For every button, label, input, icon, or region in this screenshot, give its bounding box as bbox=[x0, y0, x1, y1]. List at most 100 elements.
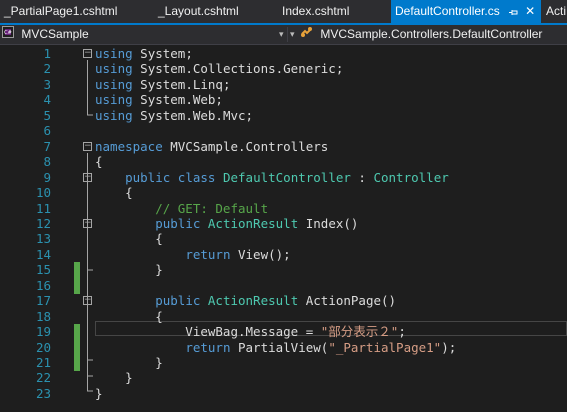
code-token: using bbox=[95, 61, 133, 77]
code-line[interactable]: 13 { bbox=[0, 231, 567, 247]
navigation-bar: C# MVCSample ▾ ▾ MVCSample.Controllers.D… bbox=[0, 25, 567, 45]
line-number: 4 bbox=[43, 92, 51, 108]
line-number: 5 bbox=[43, 107, 51, 123]
collapse-icon[interactable]: − bbox=[83, 49, 92, 58]
code-line[interactable]: 6 bbox=[0, 123, 567, 139]
tab-partialpage1[interactable]: _PartialPage1.cshtml bbox=[0, 0, 154, 23]
code-text: } bbox=[95, 386, 103, 402]
code-token: } bbox=[95, 262, 163, 278]
close-icon[interactable]: ✕ bbox=[525, 4, 535, 18]
code-text: using System.Linq; bbox=[95, 77, 230, 93]
code-line[interactable]: 23} bbox=[0, 386, 567, 402]
line-number: 6 bbox=[43, 123, 51, 139]
code-line[interactable]: 21 } bbox=[0, 355, 567, 371]
code-token: MVCSample.Controllers bbox=[162, 138, 329, 154]
code-line[interactable]: 5 using System.Web.Mvc; bbox=[0, 108, 567, 124]
line-number: 7 bbox=[43, 138, 51, 154]
code-token: return bbox=[185, 246, 231, 262]
collapse-icon[interactable]: − bbox=[83, 218, 92, 228]
code-line[interactable]: 11 // GET: Default bbox=[0, 201, 567, 217]
line-number: 13 bbox=[35, 231, 51, 247]
code-token: { bbox=[95, 308, 163, 324]
code-token: System.Linq; bbox=[132, 76, 231, 92]
line-number: 2 bbox=[43, 61, 51, 77]
line-number: 9 bbox=[43, 169, 51, 185]
code-line[interactable]: 7 − namespace MVCSample.Controllers bbox=[0, 139, 567, 155]
code-token: { bbox=[95, 231, 163, 247]
type-dropdown[interactable]: MVCSample.Controllers.DefaultController bbox=[300, 25, 542, 44]
collapse-icon[interactable]: − bbox=[83, 141, 92, 151]
collapse-icon[interactable]: − bbox=[83, 296, 92, 306]
collapse-icon[interactable]: − bbox=[83, 172, 92, 182]
code-token: ActionPage() bbox=[298, 293, 397, 309]
code-token: } bbox=[95, 385, 103, 401]
code-token: { bbox=[95, 185, 133, 201]
tab-layout[interactable]: _Layout.cshtml bbox=[154, 0, 273, 23]
code-line[interactable]: 14 return View(); bbox=[0, 247, 567, 263]
code-token: PartialView( bbox=[230, 339, 329, 355]
code-text: { bbox=[95, 185, 133, 201]
code-text: using System.Collections.Generic; bbox=[95, 61, 343, 77]
code-text: } bbox=[95, 262, 163, 278]
line-number: 1 bbox=[43, 46, 51, 61]
chevron-down-icon[interactable]: ▾ bbox=[290, 25, 295, 44]
line-number: 12 bbox=[35, 215, 51, 231]
nav-divider bbox=[287, 27, 288, 42]
tab-index[interactable]: Index.cshtml bbox=[278, 0, 392, 23]
tab-defaultcontroller[interactable]: DefaultController.cs ✕ bbox=[391, 0, 541, 23]
code-line[interactable]: 15 } bbox=[0, 262, 567, 279]
code-text: } bbox=[95, 370, 133, 386]
class-icon bbox=[300, 25, 313, 44]
code-line[interactable]: 8{ bbox=[0, 154, 567, 170]
code-token: ActionResult bbox=[207, 215, 299, 231]
line-number: 22 bbox=[35, 370, 51, 386]
line-number: 14 bbox=[35, 246, 51, 262]
code-line[interactable]: 16 bbox=[0, 277, 567, 294]
code-text: { bbox=[95, 309, 163, 325]
tab-label: Acti bbox=[546, 4, 567, 18]
code-line[interactable]: 2 using System.Collections.Generic; bbox=[0, 61, 567, 77]
code-line[interactable]: 17 − public ActionResult ActionPage() bbox=[0, 293, 567, 309]
line-number: 20 bbox=[35, 339, 51, 355]
tab-label: Index.cshtml bbox=[282, 4, 350, 18]
pin-icon[interactable] bbox=[509, 6, 521, 18]
code-line[interactable]: 9 − public class DefaultController : Cont… bbox=[0, 170, 567, 186]
code-token: public bbox=[125, 169, 171, 185]
code-line[interactable]: 10 { bbox=[0, 185, 567, 201]
code-line[interactable]: 19 ViewBag.Message = "部分表示２"; bbox=[0, 324, 567, 341]
change-marker bbox=[74, 339, 80, 356]
tab-action[interactable]: Acti bbox=[542, 0, 567, 23]
code-token: return bbox=[185, 339, 231, 355]
code-token: namespace bbox=[95, 138, 163, 154]
code-line[interactable]: 18 { bbox=[0, 309, 567, 325]
code-token: ; bbox=[398, 324, 406, 340]
code-line[interactable]: 4 using System.Web; bbox=[0, 92, 567, 108]
csharp-project-icon: C# bbox=[2, 25, 14, 44]
code-text: // GET: Default bbox=[95, 201, 268, 217]
code-text: { bbox=[95, 154, 103, 170]
code-text: ViewBag.Message = "部分表示２"; bbox=[95, 324, 406, 340]
code-line[interactable]: 12 − public ActionResult Index() bbox=[0, 216, 567, 232]
code-line[interactable]: 20 return PartialView("_PartialPage1"); bbox=[0, 339, 567, 356]
code-line[interactable]: 3 using System.Linq; bbox=[0, 77, 567, 93]
line-number: 17 bbox=[35, 293, 51, 309]
code-text: public class DefaultController : Control… bbox=[95, 170, 449, 186]
code-token: System.Collections.Generic; bbox=[132, 61, 344, 77]
code-token: Controller bbox=[373, 169, 449, 185]
chevron-down-icon[interactable]: ▾ bbox=[279, 25, 284, 44]
code-line[interactable]: 22 } bbox=[0, 370, 567, 386]
change-marker bbox=[74, 262, 80, 279]
code-text: public ActionResult Index() bbox=[95, 216, 358, 232]
line-number: 16 bbox=[35, 277, 51, 293]
code-token: System.Web; bbox=[132, 92, 223, 108]
line-number: 23 bbox=[35, 385, 51, 401]
code-text: using System.Web; bbox=[95, 92, 223, 108]
project-dropdown[interactable]: C# MVCSample bbox=[2, 25, 89, 44]
code-line[interactable]: 1 − using System; bbox=[0, 46, 567, 62]
code-editor[interactable]: 1− using System; 2 using System.Collections… bbox=[0, 45, 567, 412]
